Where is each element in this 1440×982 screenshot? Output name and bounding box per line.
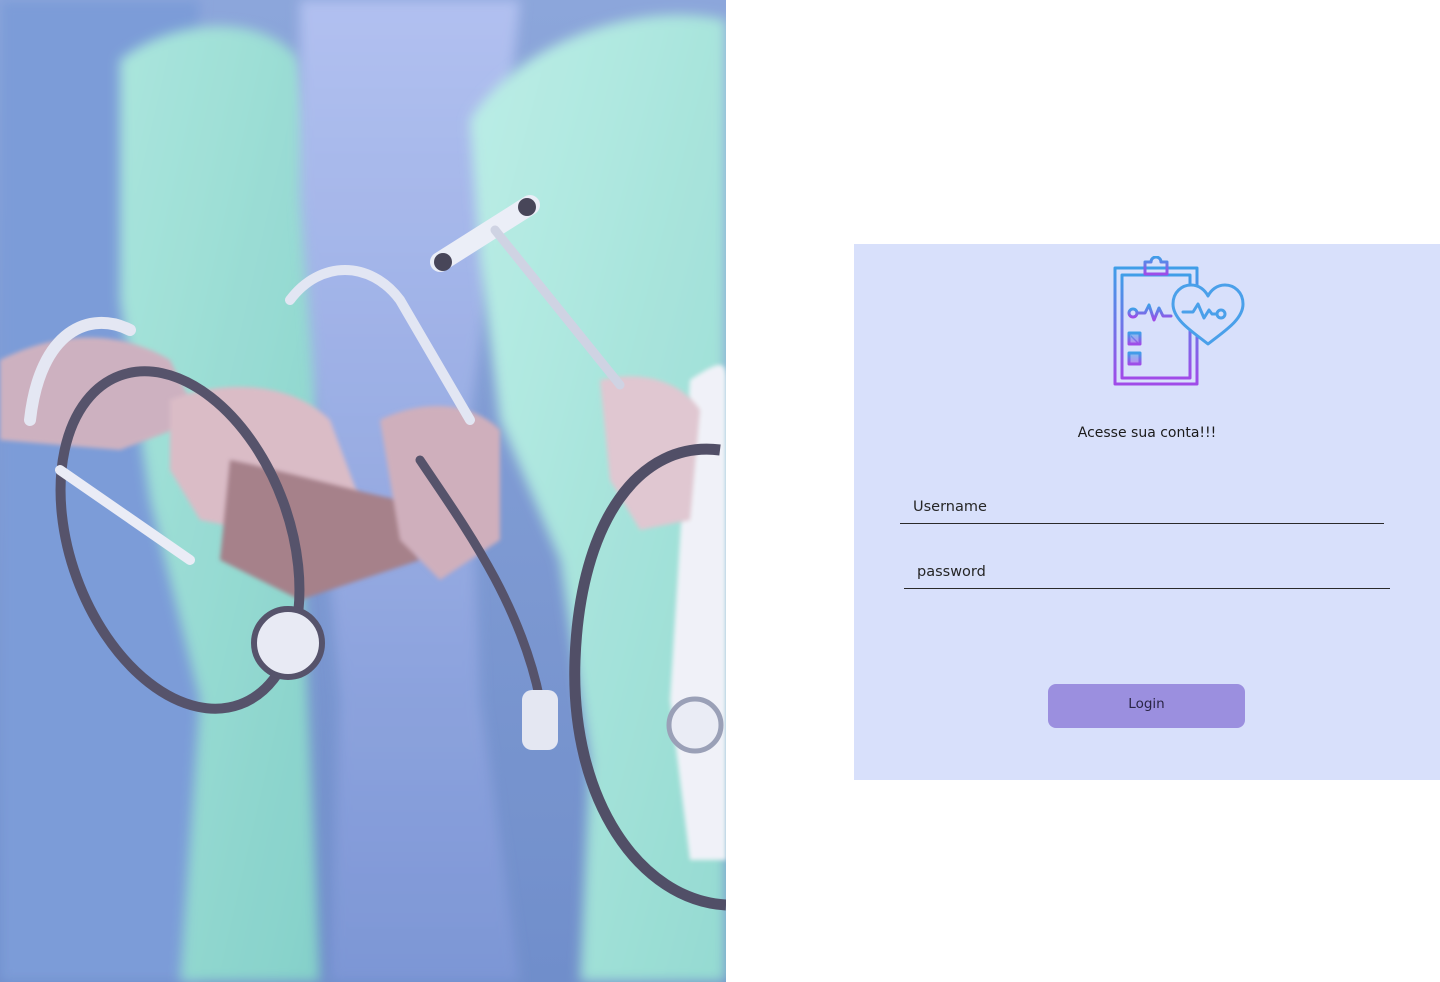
login-card: Acesse sua conta!!! Login — [854, 244, 1440, 780]
login-heading: Acesse sua conta!!! — [1077, 425, 1217, 441]
password-input[interactable] — [904, 555, 1390, 589]
login-page: Acesse sua conta!!! Login — [0, 0, 1440, 982]
username-field — [900, 490, 1384, 524]
medical-clipboard-heart-icon — [1113, 256, 1247, 388]
hero-image — [0, 0, 726, 982]
username-input[interactable] — [900, 490, 1384, 524]
password-field — [904, 555, 1390, 589]
login-button[interactable]: Login — [1048, 684, 1245, 728]
